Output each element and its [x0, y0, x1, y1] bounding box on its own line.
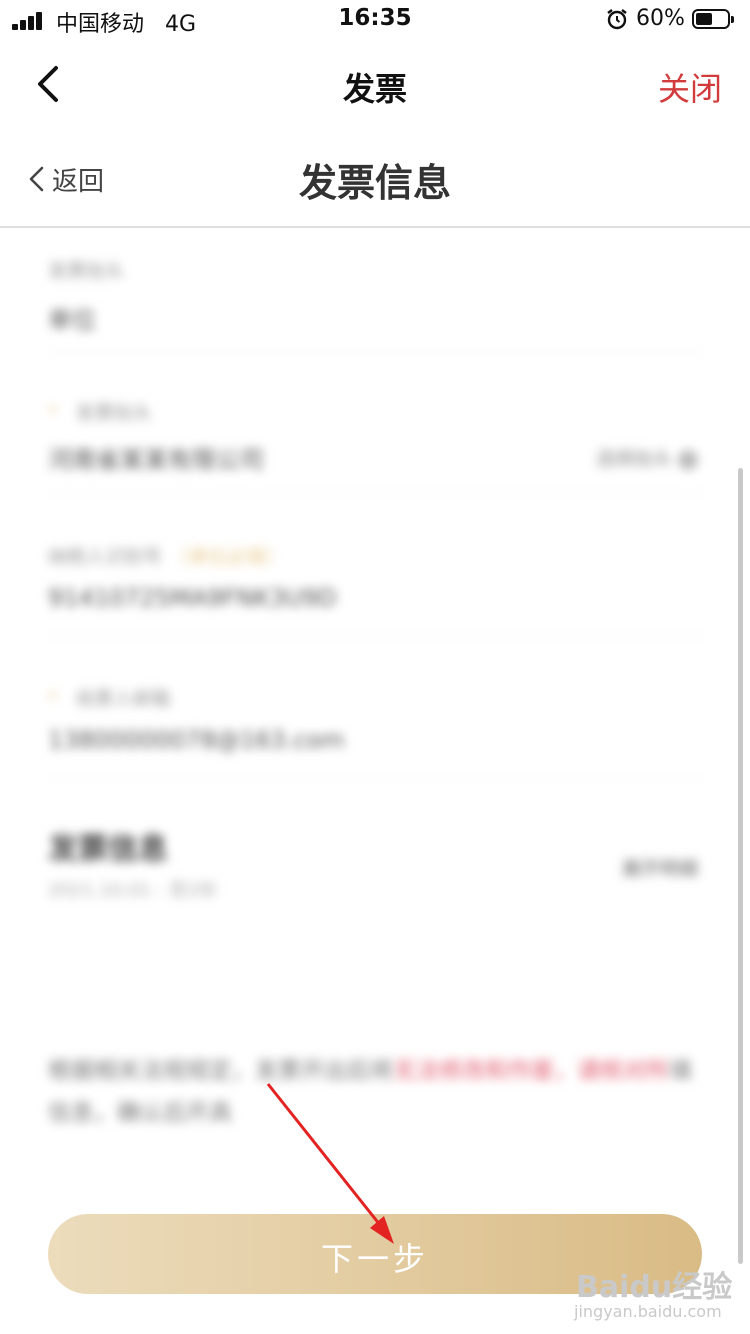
close-button[interactable]: 关闭	[658, 64, 722, 110]
watermark-url: jingyan.baidu.com	[574, 1302, 722, 1321]
field-note: （单位必填）	[170, 546, 285, 568]
email-field[interactable]: * 收票人邮箱 13800000078@163.com	[48, 684, 704, 784]
section-subtitle: 2021.10.01 - 至2份	[48, 880, 217, 901]
battery-percent: 60%	[636, 6, 685, 31]
required-mark: *	[48, 688, 58, 710]
battery-fill	[696, 13, 713, 25]
scrollbar[interactable]	[738, 468, 743, 1264]
tax-id-field[interactable]: 纳税人识别号 （单位必填） 91410725MA9FNK3U9D	[48, 542, 704, 642]
invoice-form: 发票抬头 单位 * 发票抬头 河南省某某有限公司 选择抬头 纳税人识别号 （单位必填…	[0, 228, 750, 1228]
field-label: * 收票人邮箱	[48, 688, 171, 710]
field-label: * 发票抬头	[48, 402, 152, 424]
baidu-watermark: Baidu经验 jingyan.baidu.com	[560, 1262, 733, 1326]
invoice-info-section[interactable]: 发票信息 2021.10.01 - 至2份 展开明细	[48, 824, 704, 914]
required-mark: *	[48, 402, 58, 424]
nav-bar: 发票 关闭	[0, 40, 750, 128]
field-value: 13800000078@163.com	[48, 726, 345, 754]
field-value: 河南省某某有限公司	[48, 446, 264, 474]
invoice-title-field[interactable]: * 发票抬头 河南省某某有限公司 选择抬头	[48, 398, 704, 498]
sub-header: 返回 发票信息	[0, 128, 750, 228]
watermark-logo: Baidu经验	[576, 1270, 733, 1305]
alarm-icon	[607, 9, 627, 30]
help-icon	[678, 449, 698, 470]
expand-details-button[interactable]: 展开明细	[622, 854, 698, 881]
notice-highlight: 无法修改和作废，请核对所	[393, 1058, 669, 1084]
select-title-button[interactable]: 选择抬头	[596, 444, 698, 471]
field-label: 纳税人识别号 （单位必填）	[48, 546, 285, 568]
notice-text: 根据相关法规规定，发票开出后将无法修改和作废，请核对所填信息，确认后开具	[48, 1058, 692, 1126]
field-label: 发票抬头	[48, 260, 125, 282]
field-value: 91410725MA9FNK3U9D	[48, 584, 337, 612]
page-title: 发票信息	[298, 161, 451, 205]
invoice-type-field[interactable]: 发票抬头 单位	[48, 256, 704, 354]
nav-title: 发票	[342, 70, 407, 108]
battery-icon	[692, 9, 734, 29]
field-value: 单位	[48, 306, 96, 334]
status-bar: 中国移动 4G 16:35 60%	[0, 0, 750, 40]
section-title: 发票信息	[48, 832, 168, 867]
